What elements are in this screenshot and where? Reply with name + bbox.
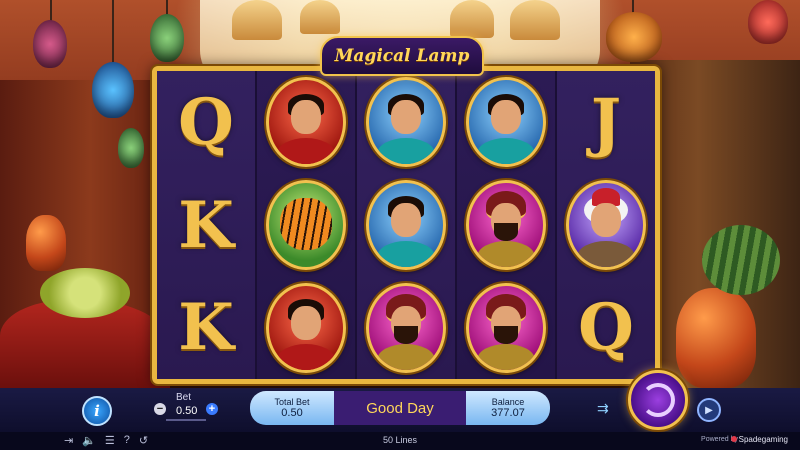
symbol-cell xyxy=(557,174,655,277)
clay-pot xyxy=(676,288,756,388)
reel-3 xyxy=(357,71,457,379)
letter-symbol: K xyxy=(178,187,234,263)
hanging-lamp-icon xyxy=(92,62,134,118)
palace-dome xyxy=(510,0,560,40)
message-box: Good Day xyxy=(334,391,466,425)
bet-slider-track[interactable] xyxy=(166,419,206,421)
sultan-symbol-icon xyxy=(366,282,446,373)
total-bet-label: Total Bet xyxy=(274,397,310,407)
sultan-symbol-icon xyxy=(466,180,546,270)
watermelon xyxy=(702,225,780,295)
aladdin-symbol-icon xyxy=(266,77,346,168)
symbol-cell xyxy=(257,71,355,174)
bet-decrease-button[interactable]: − xyxy=(154,403,166,415)
reel-5: JQ xyxy=(557,71,655,379)
princess-symbol-icon xyxy=(366,180,446,270)
balance-box: Balance 377.07 xyxy=(466,391,550,425)
palace-dome xyxy=(300,0,340,34)
brand-logo-icon xyxy=(730,436,737,442)
symbol-cell: Q xyxy=(557,276,655,379)
symbol-cell xyxy=(257,174,355,277)
hanging-lamp-icon xyxy=(748,0,788,44)
letter-symbol: Q xyxy=(578,290,634,366)
bet-increase-button[interactable]: + xyxy=(206,403,218,415)
reel-2 xyxy=(257,71,357,379)
tiger-symbol-icon xyxy=(266,180,346,270)
symbol-cell xyxy=(257,276,355,379)
game-logo-text: Magical Lamp xyxy=(334,46,470,66)
symbol-cell: K xyxy=(157,276,255,379)
spin-icon xyxy=(641,383,675,417)
hanging-lamp-icon xyxy=(606,12,662,62)
hanging-lamp-icon xyxy=(150,14,184,62)
symbol-cell xyxy=(457,174,555,277)
princess-symbol-icon xyxy=(366,77,446,168)
total-bet-box: Total Bet 0.50 xyxy=(250,391,334,425)
lamp-string xyxy=(112,0,114,70)
bet-value: 0.50 xyxy=(176,405,198,417)
symbol-cell xyxy=(457,276,555,379)
brass-jug xyxy=(26,215,66,271)
reel-1: QKK xyxy=(157,71,257,379)
info-icon: i xyxy=(94,402,100,420)
reels-frame: QKKJQ xyxy=(152,66,660,384)
palace-dome xyxy=(450,0,494,38)
bet-label: Bet xyxy=(176,392,192,403)
fruit-bowl xyxy=(40,268,130,318)
spin-button[interactable] xyxy=(628,370,688,430)
aladdin-symbol-icon xyxy=(266,282,346,373)
lines-count: 50 Lines xyxy=(382,435,418,445)
brand-text: Spadegaming xyxy=(738,435,788,444)
message-text: Good Day xyxy=(366,399,434,417)
sultan-symbol-icon xyxy=(466,282,546,373)
total-bet-value: 0.50 xyxy=(281,407,303,419)
reels-grid: QKKJQ xyxy=(157,71,655,379)
info-button[interactable]: i xyxy=(82,396,112,426)
symbol-cell: Q xyxy=(157,71,255,174)
balance-value: 377.07 xyxy=(491,407,525,419)
hanging-lamp-icon xyxy=(33,20,67,68)
palace-dome xyxy=(232,0,282,40)
autoplay-icon: ⇉ xyxy=(597,400,609,416)
letter-symbol: Q xyxy=(178,84,234,160)
turbo-play-button[interactable]: ▶ xyxy=(697,398,721,422)
balance-label: Balance xyxy=(491,397,525,407)
reel-4 xyxy=(457,71,557,379)
symbol-cell: K xyxy=(157,174,255,277)
brand-name: Spadegaming xyxy=(730,435,788,444)
symbol-cell xyxy=(357,174,455,277)
symbol-cell xyxy=(357,71,455,174)
letter-symbol: K xyxy=(178,290,234,366)
old-man-symbol-icon xyxy=(566,180,646,270)
autoplay-button[interactable]: ⇉ xyxy=(597,400,617,416)
play-icon: ▶ xyxy=(705,404,713,416)
letter-symbol: J xyxy=(590,84,622,160)
princess-symbol-icon xyxy=(466,77,546,168)
symbol-cell: J xyxy=(557,71,655,174)
symbol-cell xyxy=(357,276,455,379)
game-logo: Magical Lamp xyxy=(320,36,484,76)
symbol-cell xyxy=(457,71,555,174)
hanging-lamp-icon xyxy=(118,128,144,168)
